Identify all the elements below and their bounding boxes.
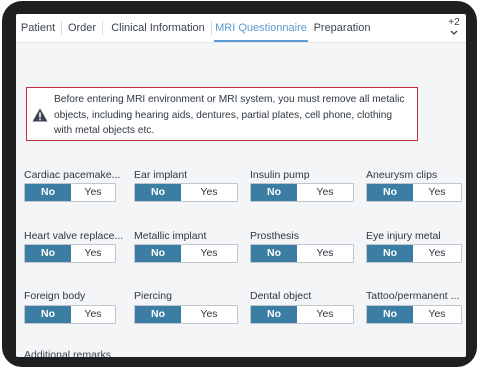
question-label: Piercing [134, 290, 172, 302]
yes-no-toggle: No Yes [24, 305, 116, 324]
question-label: Ear implant [134, 169, 188, 181]
questionnaire-content: Before entering MRI environment or MRI s… [16, 43, 466, 357]
tab-divider [102, 21, 103, 35]
yes-button[interactable]: Yes [413, 306, 461, 323]
no-button[interactable]: No [25, 306, 71, 323]
tab-clinical-information[interactable]: Clinical Information [108, 14, 208, 42]
chevron-down-icon [450, 30, 458, 35]
yes-no-toggle: No Yes [134, 244, 238, 263]
yes-no-toggle: No Yes [250, 244, 354, 263]
no-button[interactable]: No [251, 184, 297, 201]
question-label: Foreign body [24, 290, 86, 302]
no-button[interactable]: No [251, 306, 297, 323]
yes-no-toggle: No Yes [366, 244, 462, 263]
yes-button[interactable]: Yes [297, 306, 353, 323]
no-button[interactable]: No [251, 245, 297, 262]
warning-triangle-icon [32, 108, 48, 122]
question-label: Heart valve replace... [24, 230, 124, 242]
yes-button[interactable]: Yes [181, 184, 237, 201]
yes-no-toggle: No Yes [366, 183, 462, 202]
warning-box: Before entering MRI environment or MRI s… [26, 87, 418, 141]
yes-button[interactable]: Yes [413, 245, 461, 262]
no-button[interactable]: No [367, 184, 413, 201]
tab-divider [61, 21, 62, 35]
question-label: Insulin pump [250, 169, 310, 181]
tab-patient[interactable]: Patient [18, 14, 58, 42]
question-label: Dental object [250, 290, 312, 302]
no-button[interactable]: No [367, 245, 413, 262]
tab-preparation[interactable]: Preparation [312, 14, 372, 42]
no-button[interactable]: No [135, 245, 181, 262]
yes-no-toggle: No Yes [134, 183, 238, 202]
yes-no-toggle: No Yes [134, 305, 238, 324]
tab-mri-questionnaire[interactable]: MRI Questionnaire [214, 14, 308, 42]
warning-text: Before entering MRI environment or MRI s… [54, 94, 405, 136]
yes-no-toggle: No Yes [250, 305, 354, 324]
question-label: Prosthesis [250, 230, 300, 242]
yes-button[interactable]: Yes [413, 184, 461, 201]
tab-bar: Patient Order Clinical Information MRI Q… [16, 14, 466, 43]
yes-button[interactable]: Yes [181, 306, 237, 323]
question-label: Aneurysm clips [366, 169, 438, 181]
yes-no-toggle: No Yes [366, 305, 462, 324]
no-button[interactable]: No [135, 306, 181, 323]
no-button[interactable]: No [367, 306, 413, 323]
yes-button[interactable]: Yes [71, 245, 115, 262]
no-button[interactable]: No [25, 184, 71, 201]
question-label: Cardiac pacemake... [24, 169, 121, 181]
no-button[interactable]: No [135, 184, 181, 201]
yes-button[interactable]: Yes [71, 306, 115, 323]
tab-divider [211, 21, 212, 35]
question-label: Tattoo/permanent ... [366, 290, 460, 302]
question-label: Eye injury metal [366, 230, 441, 242]
yes-button[interactable]: Yes [297, 245, 353, 262]
yes-button[interactable]: Yes [181, 245, 237, 262]
more-tabs-count: +2 [448, 17, 460, 28]
tablet-frame: Patient Order Clinical Information MRI Q… [2, 1, 477, 367]
yes-no-toggle: No Yes [24, 244, 116, 263]
yes-no-toggle: No Yes [24, 183, 116, 202]
yes-button[interactable]: Yes [297, 184, 353, 201]
more-tabs-button[interactable]: +2 [444, 17, 464, 39]
yes-button[interactable]: Yes [71, 184, 115, 201]
tablet-screen: Patient Order Clinical Information MRI Q… [16, 14, 466, 357]
question-label: Metallic implant [134, 230, 207, 242]
yes-no-toggle: No Yes [250, 183, 354, 202]
additional-remarks-label: Additional remarks [24, 349, 111, 357]
no-button[interactable]: No [25, 245, 71, 262]
tab-order[interactable]: Order [66, 14, 98, 42]
